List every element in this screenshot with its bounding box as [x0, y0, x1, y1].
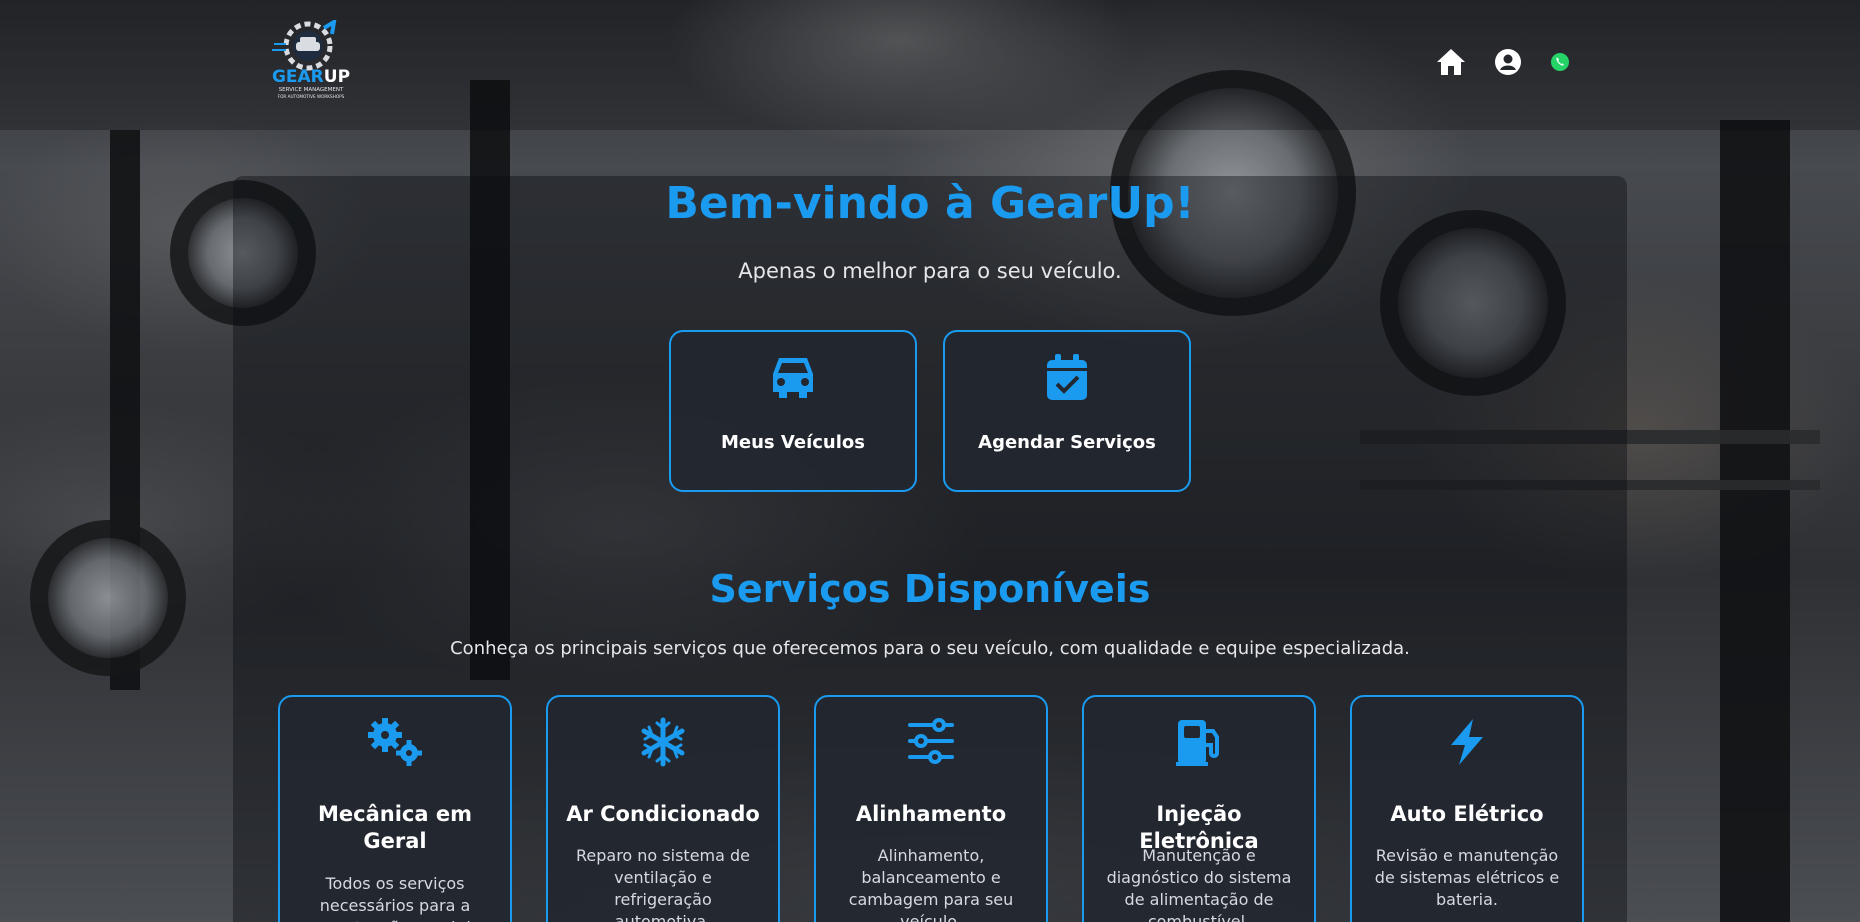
my-vehicles-label: Meus Veículos — [721, 432, 865, 453]
sliders-icon — [816, 717, 1046, 765]
home-icon[interactable] — [1436, 48, 1466, 80]
my-vehicles-button[interactable]: Meus Veículos — [669, 330, 917, 492]
service-card-auto-eletrico[interactable]: Auto Elétrico Revisão e manutenção de si… — [1350, 695, 1584, 922]
header-nav — [1436, 48, 1570, 80]
service-description: Reparo no sistema de ventilação e refrig… — [575, 846, 751, 922]
snowflake-icon — [548, 717, 778, 767]
bolt-icon — [1352, 717, 1582, 767]
service-description: Todos os serviços necessários para a man… — [309, 874, 480, 922]
user-circle-icon[interactable] — [1494, 48, 1522, 80]
service-title: Alinhamento — [855, 802, 1007, 826]
service-description: Manutenção e diagnóstico do sistema de a… — [1106, 846, 1292, 922]
calendar-check-icon — [945, 354, 1189, 402]
gears-icon — [280, 717, 510, 767]
schedule-services-label: Agendar Serviços — [978, 432, 1156, 453]
service-title: Ar Condicionado — [566, 802, 760, 826]
gearup-logo[interactable]: GEARUP SERVICE MANAGEMENT FOR AUTOMOTIVE… — [268, 20, 354, 100]
service-description: Revisão e manutenção de sistemas elétric… — [1374, 846, 1560, 909]
whatsapp-icon[interactable] — [1550, 52, 1570, 76]
service-title: Mecânica em Geral — [318, 802, 472, 853]
services-subtitle: Conheça os principais serviços que ofere… — [450, 638, 1410, 659]
service-description: Alinhamento, balanceamento e cambagem pa… — [848, 846, 1014, 922]
welcome-title: Bem-vindo à GearUp! — [665, 178, 1195, 229]
service-card-alinhamento[interactable]: Alinhamento Alinhamento, balanceamento e… — [814, 695, 1048, 922]
svg-text:FOR AUTOMOTIVE WORKSHOPS: FOR AUTOMOTIVE WORKSHOPS — [278, 94, 345, 99]
welcome-subtitle: Apenas o melhor para o seu veículo. — [738, 259, 1122, 283]
service-card-injecao-eletronica[interactable]: Injeção Eletrônica Manutenção e diagnóst… — [1082, 695, 1316, 922]
gas-pump-icon — [1084, 717, 1314, 767]
svg-text:SERVICE MANAGEMENT: SERVICE MANAGEMENT — [279, 87, 344, 93]
service-card-ar-condicionado[interactable]: Ar Condicionado Reparo no sistema de ven… — [546, 695, 780, 922]
services-title: Serviços Disponíveis — [709, 567, 1151, 611]
service-title: Auto Elétrico — [1390, 802, 1544, 826]
top-header: GEARUP SERVICE MANAGEMENT FOR AUTOMOTIVE… — [0, 0, 1860, 130]
schedule-services-button[interactable]: Agendar Serviços — [943, 330, 1191, 492]
car-icon — [671, 354, 915, 398]
service-card-mecanica[interactable]: Mecânica em Geral Todos os serviços nece… — [278, 695, 512, 922]
logo-wordmark: GEARUP — [272, 67, 350, 87]
